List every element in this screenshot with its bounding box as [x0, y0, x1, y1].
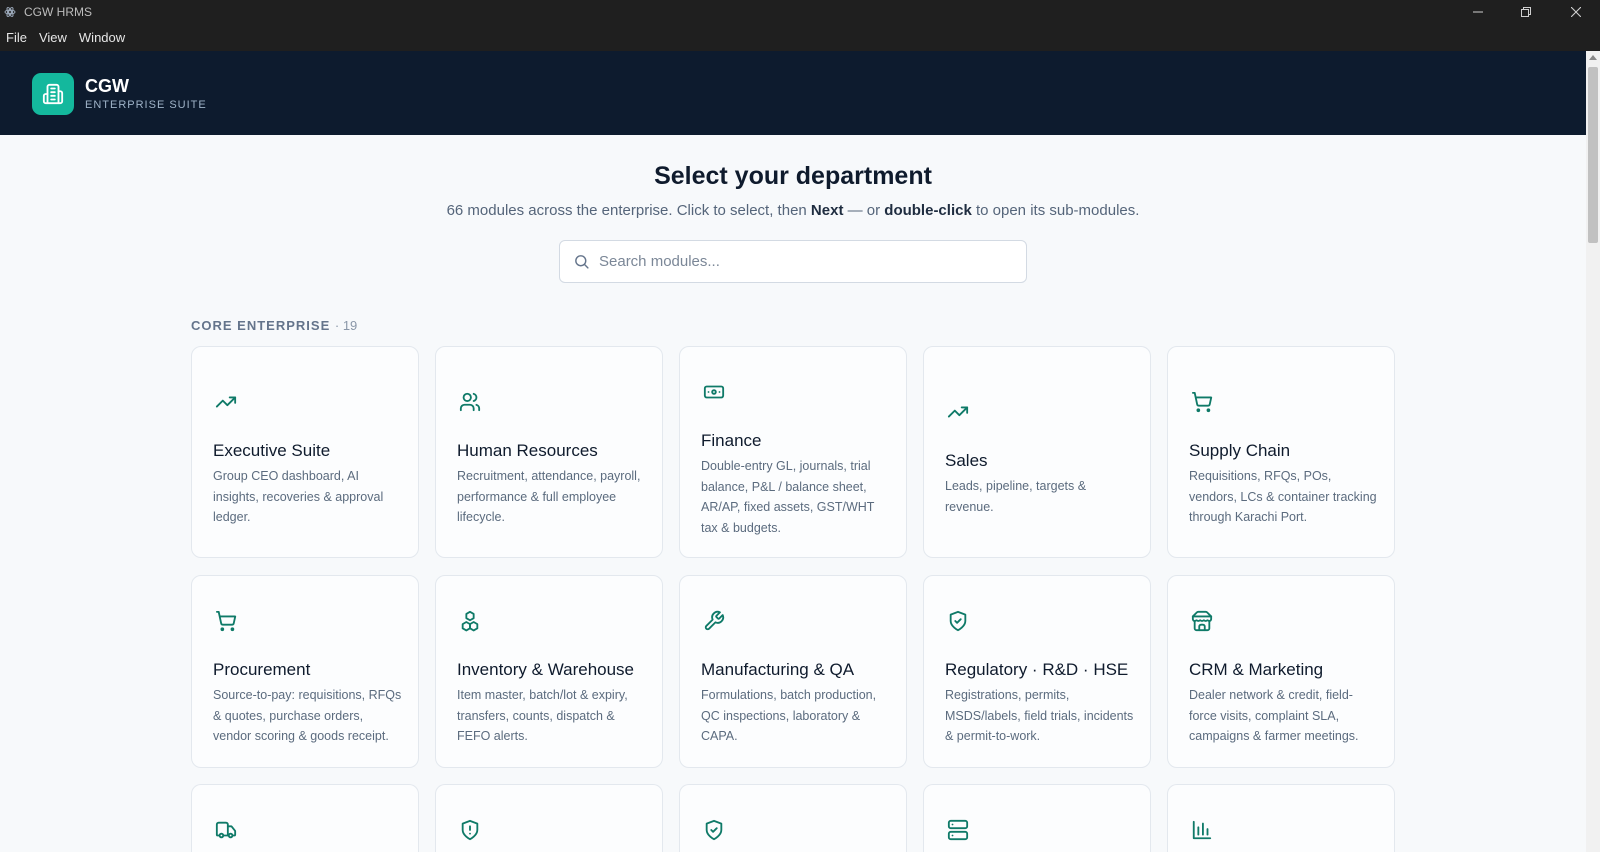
subtitle-suffix: to open its sub-modules. — [971, 202, 1140, 219]
menu-file[interactable]: File — [0, 24, 33, 51]
module-card-compliance[interactable] — [679, 784, 907, 852]
section-count: · 19 — [334, 318, 358, 333]
subtitle-middle: — or — [843, 202, 885, 219]
brand-subtitle: ENTERPRISE SUITE — [85, 99, 207, 111]
module-description: Double-entry GL, journals, trial balance… — [701, 459, 875, 535]
module-name: Regulatory · R&D · HSE — [945, 660, 1129, 679]
window-title: CGW HRMS — [24, 5, 92, 19]
module-card-inventory-warehouse[interactable]: Inventory & Warehouse Item master, batch… — [435, 575, 663, 768]
app-icon — [4, 6, 16, 18]
module-description: Item master, batch/lot & expiry, transfe… — [457, 688, 628, 743]
module-description: Registrations, permits, MSDS/labels, fie… — [945, 688, 1134, 743]
shield-check-icon — [701, 817, 727, 843]
module-name: Finance — [701, 431, 762, 450]
module-card-analytics[interactable] — [1167, 784, 1395, 852]
section-label: CORE ENTERPRISE · 19 — [191, 318, 357, 333]
module-description: Requisitions, RFQs, POs, vendors, LCs & … — [1189, 469, 1377, 524]
building-logo-icon[interactable] — [32, 73, 74, 115]
search-icon — [573, 253, 590, 270]
shield-check-icon — [945, 608, 971, 634]
module-description: Group CEO dashboard, AI insights, recove… — [213, 469, 384, 524]
app-header: CGW ENTERPRISE SUITE — [0, 51, 1586, 135]
module-name: Executive Suite — [213, 441, 331, 460]
window-titlebar: CGW HRMS — [0, 0, 1600, 24]
cart-icon — [1189, 389, 1215, 415]
scrollbar[interactable] — [1586, 51, 1600, 852]
module-card-regulatory-rd-hse[interactable]: Regulatory · R&D · HSE Registrations, pe… — [923, 575, 1151, 768]
module-card-human-resources[interactable]: Human Resources Recruitment, attendance,… — [435, 346, 663, 558]
module-description: Dealer network & credit, field-force vis… — [1189, 688, 1359, 743]
module-description: Formulations, batch production, QC inspe… — [701, 688, 877, 743]
module-card-security[interactable] — [435, 784, 663, 852]
module-name: Manufacturing & QA — [701, 660, 855, 679]
scroll-thumb[interactable] — [1588, 67, 1598, 243]
scroll-up-arrow-icon[interactable] — [1589, 55, 1597, 60]
page-title: Select your department — [654, 162, 932, 190]
brand-name: CGW — [85, 76, 129, 96]
menu-bar: File View Window — [0, 24, 1600, 51]
module-name: Human Resources — [457, 441, 598, 460]
module-card-logistics[interactable] — [191, 784, 419, 852]
module-card-supply-chain[interactable]: Supply Chain Requisitions, RFQs, POs, ve… — [1167, 346, 1395, 558]
module-card-it[interactable] — [923, 784, 1151, 852]
trending-up-icon — [213, 389, 239, 415]
minimize-button[interactable] — [1454, 0, 1502, 24]
search-input[interactable] — [599, 253, 999, 270]
wrench-icon — [701, 608, 727, 634]
module-description: Leads, pipeline, targets & revenue. — [945, 479, 1087, 514]
subtitle-prefix: 66 modules across the enterprise. Click … — [446, 202, 811, 219]
subtitle-dblclick: double-click — [884, 202, 972, 219]
page-subtitle: 66 modules across the enterprise. Click … — [0, 202, 1586, 219]
module-card-manufacturing-qa[interactable]: Manufacturing & QA Formulations, batch p… — [679, 575, 907, 768]
cart-icon — [213, 608, 239, 634]
module-name: Supply Chain — [1189, 441, 1291, 460]
menu-window[interactable]: Window — [73, 24, 131, 51]
truck-icon — [213, 817, 239, 843]
module-description: Source-to-pay: requisitions, RFQs & quot… — [213, 688, 402, 743]
trending-up-icon — [945, 399, 971, 425]
shield-alert-icon — [457, 817, 483, 843]
module-card-crm-marketing[interactable]: CRM & Marketing Dealer network & credit,… — [1167, 575, 1395, 768]
users-icon — [457, 389, 483, 415]
module-name: Sales — [945, 451, 988, 470]
server-icon — [945, 817, 971, 843]
module-card-procurement[interactable]: Procurement Source-to-pay: requisitions,… — [191, 575, 419, 768]
section-title: CORE ENTERPRISE — [191, 318, 331, 333]
module-name: Procurement — [213, 660, 311, 679]
module-name: CRM & Marketing — [1189, 660, 1324, 679]
subtitle-next: Next — [810, 202, 844, 219]
module-card-finance[interactable]: Finance Double-entry GL, journals, trial… — [679, 346, 907, 558]
store-icon — [1189, 608, 1215, 634]
banknote-icon — [701, 379, 727, 405]
module-name: Inventory & Warehouse — [457, 660, 635, 679]
module-card-executive-suite[interactable]: Executive Suite Group CEO dashboard, AI … — [191, 346, 419, 558]
menu-view[interactable]: View — [33, 24, 73, 51]
search-box[interactable] — [559, 240, 1027, 283]
boxes-icon — [457, 608, 483, 634]
restore-button[interactable] — [1502, 0, 1550, 24]
close-button[interactable] — [1552, 0, 1600, 24]
module-description: Recruitment, attendance, payroll, perfor… — [457, 469, 641, 524]
module-card-sales[interactable]: Sales Leads, pipeline, targets & revenue… — [923, 346, 1151, 558]
bar-chart-icon — [1189, 817, 1215, 843]
